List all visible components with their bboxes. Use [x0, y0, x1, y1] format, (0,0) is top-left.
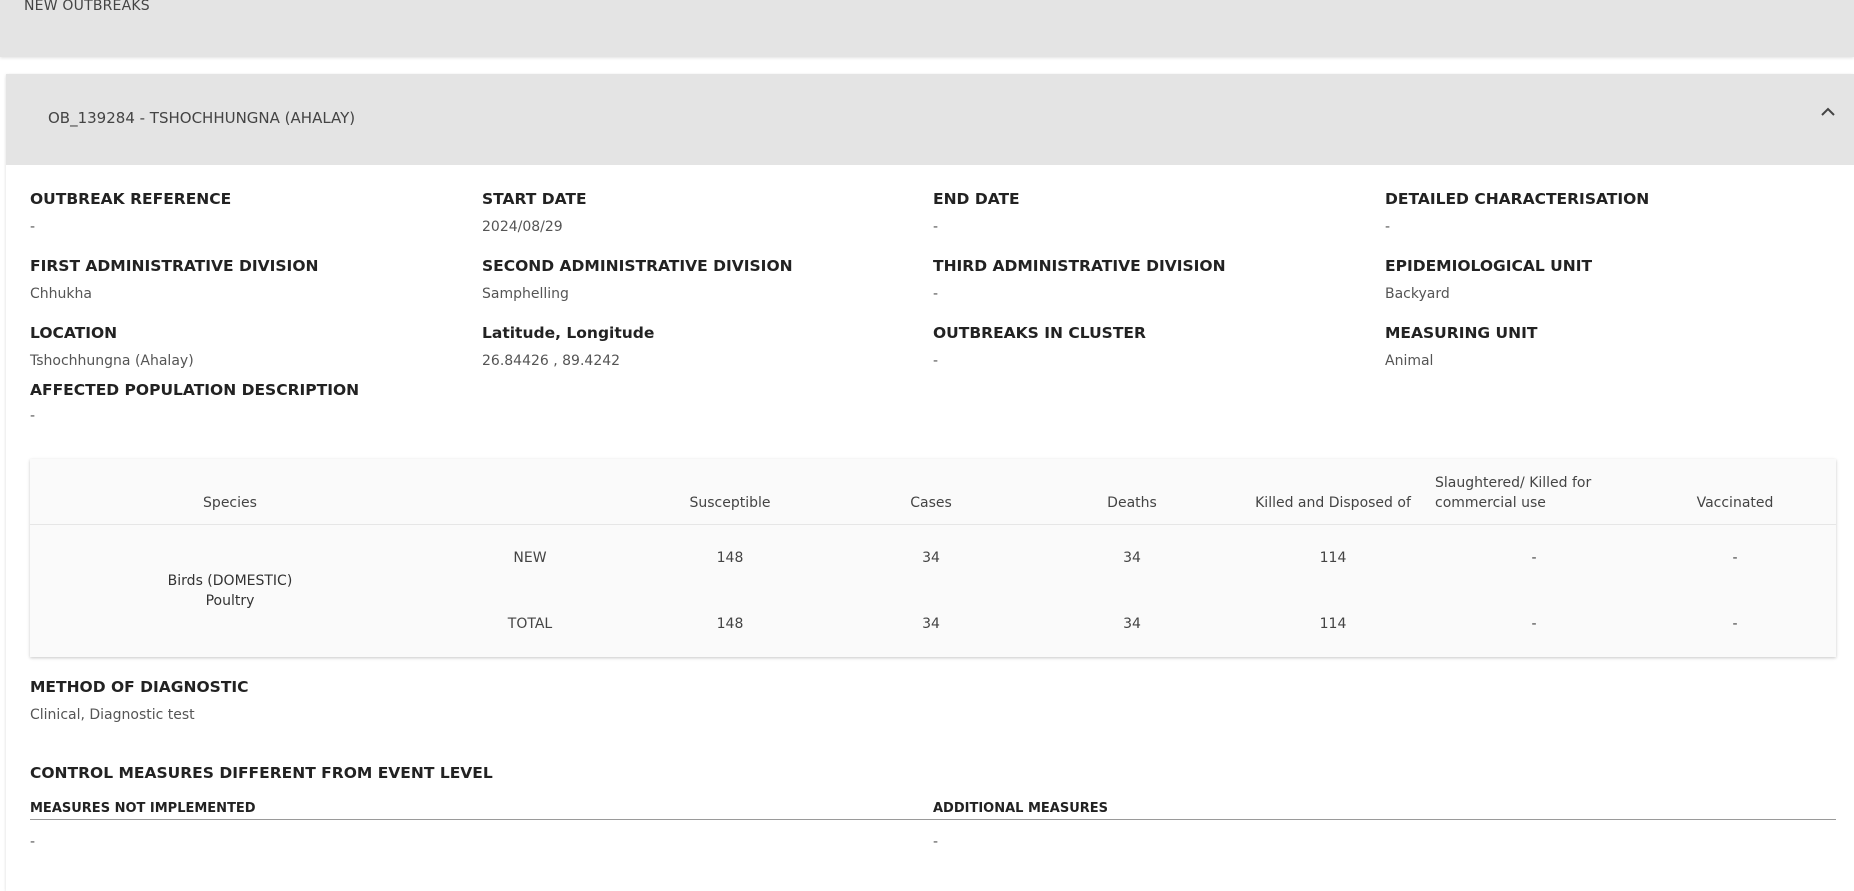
field-second-admin: SECOND ADMINISTRATIVE DIVISION Samphelli… [482, 257, 793, 302]
field-label: END DATE [933, 190, 1020, 208]
control-measures-title: CONTROL MEASURES DIFFERENT FROM EVENT LE… [30, 764, 493, 782]
field-detailed-characterisation: DETAILED CHARACTERISATION - [1385, 190, 1649, 235]
field-label: Latitude, Longitude [482, 324, 655, 342]
field-lat-long: Latitude, Longitude 26.84426 , 89.4242 [482, 324, 654, 369]
new-outbreaks-title: NEW OUTBREAKS [24, 0, 150, 14]
additional-measures-label: ADDITIONAL MEASURES [933, 801, 1109, 816]
field-value: Samphelling [482, 286, 569, 302]
species-cell: Birds (DOMESTIC) Poultry [30, 525, 430, 657]
species-subtype: Poultry [205, 593, 255, 609]
cell-deaths: 34 [1123, 616, 1141, 632]
field-label: OUTBREAK REFERENCE [30, 190, 232, 208]
field-value: Clinical, Diagnostic test [30, 707, 195, 723]
header-slaughtered: Slaughtered/ Killed for commercial use [1435, 473, 1635, 513]
field-value: - [933, 219, 939, 235]
field-label: FIRST ADMINISTRATIVE DIVISION [30, 257, 319, 275]
field-start-date: START DATE 2024/08/29 [482, 190, 587, 235]
field-method-of-diagnostic: METHOD OF DIAGNOSTIC Clinical, Diagnosti… [30, 678, 249, 723]
header-species: Species [203, 495, 257, 511]
field-value: - [933, 353, 939, 369]
field-label: METHOD OF DIAGNOSTIC [30, 678, 249, 696]
field-label: DETAILED CHARACTERISATION [1385, 190, 1650, 208]
field-affected-population: AFFECTED POPULATION DESCRIPTION - [30, 381, 359, 424]
field-label: THIRD ADMINISTRATIVE DIVISION [933, 257, 1226, 275]
cell-killed-disposed: 114 [1319, 616, 1347, 632]
field-value: - [1385, 219, 1391, 235]
field-third-admin: THIRD ADMINISTRATIVE DIVISION - [933, 257, 1226, 302]
species-name: Birds (DOMESTIC) [167, 573, 293, 589]
field-value: - [933, 286, 939, 302]
field-value: Tshochhungna (Ahalay) [30, 353, 194, 369]
field-label: EPIDEMIOLOGICAL UNIT [1385, 257, 1593, 275]
header-slaughtered-line1: Slaughtered/ Killed for [1435, 475, 1592, 491]
field-value: - [30, 219, 36, 235]
field-label: OUTBREAKS IN CLUSTER [933, 324, 1146, 342]
field-epi-unit: EPIDEMIOLOGICAL UNIT Backyard [1385, 257, 1592, 302]
field-first-admin: FIRST ADMINISTRATIVE DIVISION Chhukha [30, 257, 318, 302]
outbreak-title: OB_139284 - TSHOCHHUNGNA (AHALAY) [48, 109, 356, 127]
additional-measures-value: - [933, 834, 939, 850]
cell-killed-disposed: 114 [1319, 550, 1347, 566]
cell-slaughtered: - [1531, 616, 1537, 632]
field-label: SECOND ADMINISTRATIVE DIVISION [482, 257, 793, 275]
field-label: AFFECTED POPULATION DESCRIPTION [30, 381, 360, 399]
measures-not-implemented-label: MEASURES NOT IMPLEMENTED [30, 801, 256, 816]
field-location: LOCATION Tshochhungna (Ahalay) [30, 324, 194, 369]
header-deaths: Deaths [1107, 495, 1157, 511]
measures-divider [30, 819, 1836, 820]
row-type: TOTAL [507, 616, 553, 632]
field-value: Backyard [1385, 286, 1450, 302]
field-value: 2024/08/29 [482, 219, 563, 235]
cell-susceptible: 148 [716, 616, 744, 632]
field-label: START DATE [482, 190, 587, 208]
measures-not-implemented-value: - [30, 834, 36, 850]
field-label: MEASURING UNIT [1385, 324, 1538, 342]
field-outbreak-reference: OUTBREAK REFERENCE - [30, 190, 231, 235]
field-value: Animal [1385, 353, 1434, 369]
cell-slaughtered: - [1531, 550, 1537, 566]
header-vaccinated: Vaccinated [1696, 495, 1774, 511]
cell-cases: 34 [922, 616, 940, 632]
field-end-date: END DATE - [933, 190, 1020, 235]
cell-vaccinated: - [1732, 550, 1738, 566]
field-value: - [30, 408, 36, 424]
cell-cases: 34 [922, 550, 940, 566]
field-value: Chhukha [30, 286, 92, 302]
quantitative-table: Species Susceptible Cases Deaths Killed … [30, 459, 1836, 657]
field-measuring-unit: MEASURING UNIT Animal [1385, 324, 1537, 369]
header-cases: Cases [910, 495, 952, 511]
cell-susceptible: 148 [716, 550, 744, 566]
control-measures-section: CONTROL MEASURES DIFFERENT FROM EVENT LE… [30, 764, 493, 782]
field-value: 26.84426 , 89.4242 [482, 353, 621, 369]
chevron-up-icon[interactable] [1818, 102, 1838, 122]
header-killed-disposed: Killed and Disposed of [1255, 495, 1411, 511]
chevron-up-icon[interactable]: ⌃ [1842, 0, 1854, 10]
field-label: LOCATION [30, 324, 118, 342]
row-type: NEW [513, 550, 547, 566]
outbreak-panel-header[interactable]: OB_139284 - TSHOCHHUNGNA (AHALAY) [6, 74, 1854, 165]
cell-vaccinated: - [1732, 616, 1738, 632]
header-slaughtered-line2: commercial use [1435, 495, 1546, 511]
new-outbreaks-bar[interactable]: NEW OUTBREAKS ⌃ [0, 0, 1854, 57]
field-outbreaks-in-cluster: OUTBREAKS IN CLUSTER - [933, 324, 1146, 369]
header-susceptible: Susceptible [689, 495, 771, 511]
cell-deaths: 34 [1123, 550, 1141, 566]
